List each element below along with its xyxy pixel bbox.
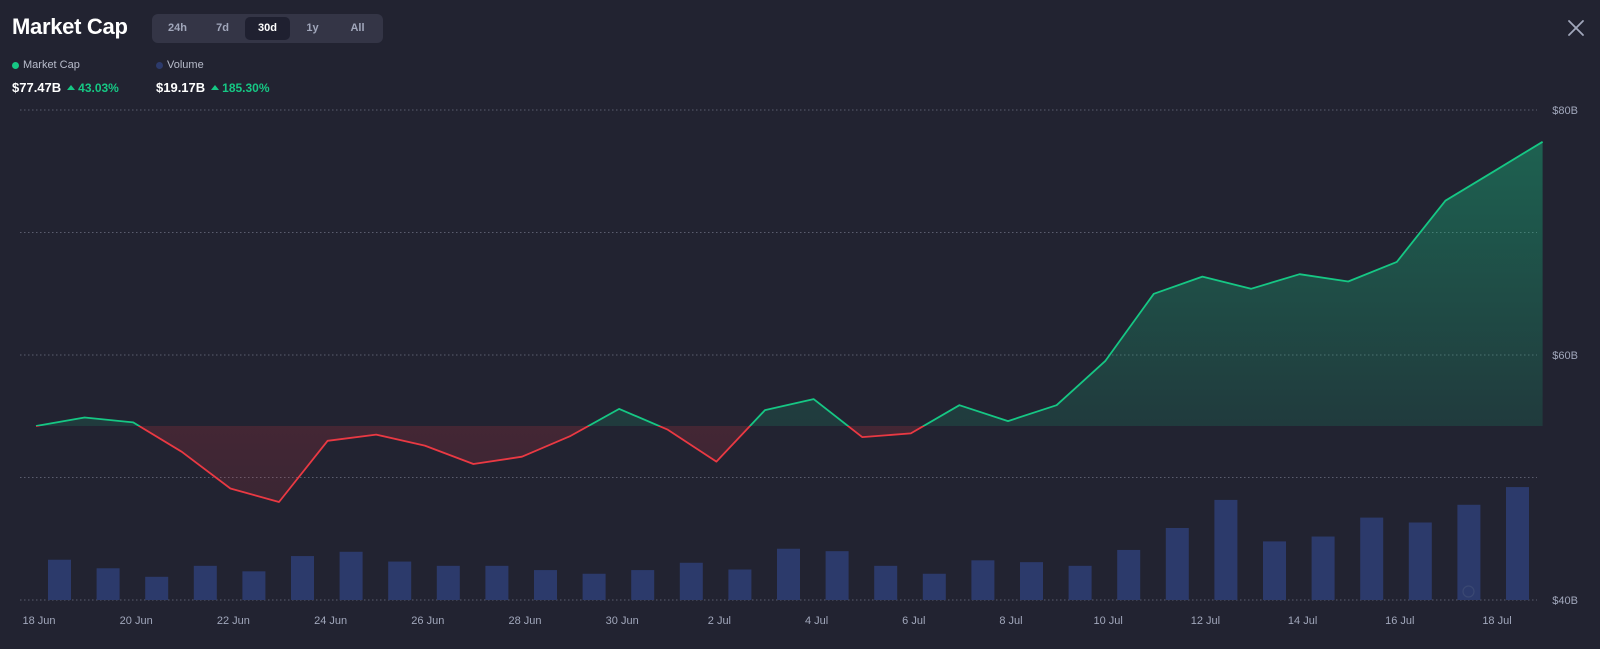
- volume-bar: [388, 561, 412, 600]
- time-range-tabs: 24h 7d 30d 1y All: [152, 14, 383, 43]
- x-tick-label: 18 Jun: [22, 615, 55, 627]
- volume-bar: [922, 573, 946, 600]
- volume-bar: [874, 565, 898, 600]
- tab-30d[interactable]: 30d: [245, 17, 290, 40]
- volume-bar: [48, 559, 71, 600]
- volume-bar: [825, 551, 849, 600]
- volume-dot-icon: [156, 61, 163, 69]
- chart-canvas: $80B $60B $40B 18 Jun 20 Jun 22 Jun 24 Jun 26 …: [20, 105, 1578, 627]
- legend-market-cap-label: Market Cap: [23, 59, 80, 71]
- tab-1y[interactable]: 1y: [290, 17, 335, 40]
- y-axis-labels: $80B $60B $40B: [1552, 105, 1578, 607]
- volume-bar: [436, 565, 460, 600]
- volume-bar: [1506, 487, 1529, 600]
- volume-bar: [339, 551, 363, 600]
- volume-bar: [971, 560, 995, 600]
- y-tick-label: $60B: [1552, 350, 1578, 362]
- legend-volume-label: Volume: [167, 59, 204, 71]
- market-cap-dot-icon: [12, 61, 19, 69]
- tab-all[interactable]: All: [335, 17, 380, 40]
- tab-24h[interactable]: 24h: [155, 17, 200, 40]
- x-tick-label: 14 Jul: [1288, 615, 1317, 627]
- volume-value: $19.17B: [156, 80, 206, 95]
- x-tick-label: 18 Jul: [1482, 615, 1511, 627]
- x-tick-label: 12 Jul: [1191, 615, 1220, 627]
- coin-logo-icon: [1462, 585, 1475, 598]
- x-tick-label: 4 Jul: [805, 615, 828, 627]
- market-cap-area: [36, 141, 1543, 502]
- volume-bar: [1311, 536, 1335, 600]
- volume-bar: [631, 570, 655, 600]
- volume-bar: [242, 571, 266, 600]
- x-tick-label: 8 Jul: [999, 615, 1022, 627]
- volume-bar: [145, 576, 169, 600]
- volume-bar: [1117, 549, 1141, 600]
- volume-bar: [1165, 527, 1189, 600]
- x-tick-label: 24 Jun: [314, 615, 347, 627]
- close-icon[interactable]: [1566, 18, 1586, 38]
- volume-bar: [1408, 522, 1432, 600]
- x-tick-label: 30 Jun: [606, 615, 639, 627]
- x-tick-label: 2 Jul: [708, 615, 731, 627]
- volume-change: 185.30%: [211, 80, 270, 95]
- x-tick-label: 20 Jun: [120, 615, 153, 627]
- y-tick-label: $80B: [1552, 105, 1578, 117]
- x-tick-label: 6 Jul: [902, 615, 925, 627]
- x-tick-label: 26 Jun: [411, 615, 444, 627]
- caret-up-icon: [67, 85, 76, 90]
- volume-bar: [485, 565, 509, 600]
- volume-bar: [1068, 565, 1092, 600]
- legend-market-cap[interactable]: Market Cap $77.47B 43.03%: [12, 58, 119, 95]
- caret-up-icon: [211, 85, 220, 90]
- market-cap-change: 43.03%: [67, 81, 119, 95]
- volume-bar: [1360, 517, 1384, 600]
- volume-bar: [1020, 562, 1043, 600]
- market-cap-chart-panel: $80B $60B $40B 18 Jun 20 Jun 22 Jun 24 Jun 26 …: [0, 0, 1600, 649]
- x-tick-label: 16 Jul: [1385, 615, 1414, 627]
- volume-bar: [582, 573, 606, 600]
- volume-bar: [679, 562, 703, 600]
- volume-change-text: 185.30%: [222, 80, 270, 95]
- x-tick-label: 10 Jul: [1094, 615, 1123, 627]
- x-tick-label: 28 Jun: [508, 615, 541, 627]
- volume-bar: [728, 569, 752, 600]
- legend-volume[interactable]: Volume $19.17B 185.30%: [156, 58, 270, 95]
- watermark-logo: [1462, 585, 1475, 598]
- y-tick-label: $40B: [1552, 595, 1578, 607]
- volume-bars: [48, 487, 1529, 600]
- volume-bar: [534, 570, 557, 600]
- x-axis-labels: 18 Jun 20 Jun 22 Jun 24 Jun 26 Jun 28 Jun 30 J…: [22, 615, 1511, 627]
- market-cap-value: $77.47B: [12, 80, 62, 95]
- volume-bar: [1263, 541, 1286, 600]
- x-tick-label: 22 Jun: [217, 615, 250, 627]
- volume-bar: [291, 556, 314, 600]
- volume-bar: [777, 548, 800, 600]
- volume-bar: [193, 565, 217, 600]
- volume-bar: [1214, 499, 1238, 600]
- market-cap-change-text: 43.03%: [78, 80, 119, 95]
- tab-7d[interactable]: 7d: [200, 17, 245, 40]
- page-title: Market Cap: [12, 14, 128, 39]
- volume-bar: [96, 568, 120, 600]
